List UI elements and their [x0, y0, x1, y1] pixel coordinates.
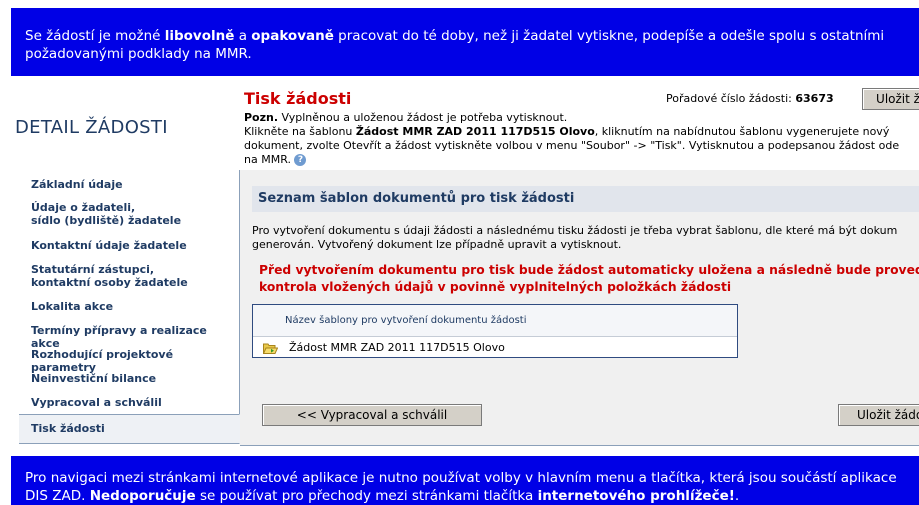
sidebar-item-basic-info[interactable]: Základní údaje	[19, 178, 239, 191]
order-number-value: 63673	[795, 92, 834, 105]
sidebar-item-schedule[interactable]: Termíny přípravy a realizace akce	[19, 324, 239, 350]
sidebar-item-applicant[interactable]: Údaje o žadateli, sídlo (bydliště) žadate…	[19, 201, 239, 227]
order-number: Pořadové číslo žádosti: 63673	[666, 92, 834, 105]
panel-warning: Před vytvořením dokumentu pro tisk bude …	[259, 263, 919, 294]
top-info-banner: Se žádostí je možné libovolně a opakovan…	[11, 8, 919, 76]
folder-icon	[263, 343, 278, 354]
panel-description: Pro vytvoření dokumentu s údaji žádosti …	[252, 224, 898, 251]
template-table: Název šablony pro vytvoření dokumentu žá…	[252, 304, 738, 358]
template-name: Žádost MMR ZAD 2011 117D515 Olovo	[289, 341, 505, 354]
print-note: Pozn. Vyplněnou a uloženou žádost je pot…	[244, 111, 900, 166]
sidebar-item-location[interactable]: Lokalita akce	[19, 300, 239, 313]
sidebar-item-noninvestment[interactable]: Neinvestiční bilance	[19, 372, 239, 385]
bottom-banner-line-1: Pro navigaci mezi stránkami internetové …	[25, 470, 897, 486]
save-top-button[interactable]: Uložit ž	[862, 88, 919, 110]
bottom-banner-line-2: DIS ZAD. Nedoporučuje se používat pro př…	[25, 488, 740, 504]
sidebar-item-parameters[interactable]: Rozhodující projektové parametry	[19, 348, 239, 374]
template-table-header: Název šablony pro vytvoření dokumentu žá…	[253, 305, 737, 337]
section-title: Tisk žádosti	[244, 89, 352, 108]
panel-title: Seznam šablon dokumentů pro tisk žádosti	[252, 186, 919, 212]
top-banner-line-2: požadovanými podklady na MMR.	[25, 46, 252, 62]
sidebar-item-contact[interactable]: Kontaktní údaje žadatele	[19, 239, 239, 252]
top-banner-line-1: Se žádostí je možné libovolně a opakovan…	[25, 28, 885, 44]
help-icon[interactable]: ?	[294, 154, 307, 166]
sidebar-item-statutory[interactable]: Statutární zástupci, kontaktní osoby žada…	[19, 263, 239, 289]
bottom-info-banner: Pro navigaci mezi stránkami internetové …	[11, 456, 919, 505]
page-title: DETAIL ŽÁDOSTI	[15, 117, 168, 138]
save-request-button[interactable]: Uložit žádo	[838, 404, 919, 426]
sidebar-item-print[interactable]: Tisk žádosti	[19, 414, 240, 444]
content-panel: Seznam šablon dokumentů pro tisk žádosti…	[240, 170, 919, 446]
sidebar-item-prepared-by[interactable]: Vypracoval a schválil	[19, 396, 239, 409]
panel-divider	[240, 445, 919, 446]
template-row[interactable]: Žádost MMR ZAD 2011 117D515 Olovo	[253, 338, 737, 358]
sidebar-nav: Základní údaje Údaje o žadateli, sídlo (b…	[19, 170, 240, 446]
back-button[interactable]: << Vypracoval a schválil	[262, 404, 482, 426]
order-number-label: Pořadové číslo žádosti:	[666, 92, 792, 105]
